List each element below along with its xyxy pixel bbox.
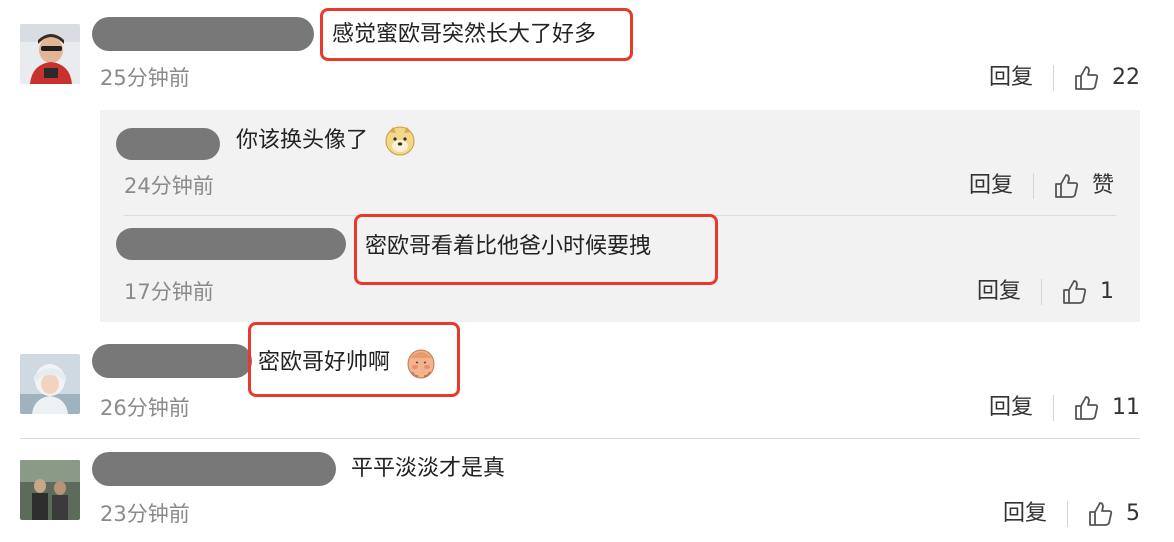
comment-text: 密欧哥好帅啊 [258, 350, 391, 375]
reply-actions: 回复 赞 [969, 170, 1114, 202]
like-button[interactable]: 赞 [1052, 170, 1114, 202]
thumbs-up-icon [1089, 502, 1113, 526]
action-divider [1032, 173, 1034, 199]
redacted-username[interactable] [92, 344, 252, 378]
comment-actions: 回复 5 [1003, 498, 1140, 530]
reply-button[interactable]: 回复 [989, 392, 1033, 424]
action-divider [1053, 395, 1054, 421]
reply-time: 17分钟前 [124, 280, 214, 304]
reply-time: 24分钟前 [124, 174, 214, 198]
redacted-username[interactable] [116, 128, 220, 160]
reply-button[interactable]: 回复 [969, 170, 1013, 202]
like-count: 1 [1100, 279, 1114, 304]
reply-text: 你该换头像了 [236, 128, 369, 153]
like-count: 5 [1126, 501, 1140, 526]
redacted-username[interactable] [116, 228, 346, 260]
action-divider [1041, 279, 1042, 305]
thumbs-up-icon [1063, 280, 1087, 304]
thumbs-up-icon [1075, 66, 1099, 90]
avatar[interactable] [20, 354, 80, 414]
reply-actions: 回复 1 [977, 276, 1114, 308]
like-button[interactable]: 1 [1060, 276, 1114, 308]
reply-button[interactable]: 回复 [1003, 498, 1047, 530]
reply-text: 密欧哥看着比他爸小时候要拽 [365, 234, 652, 259]
comment-time: 26分钟前 [100, 396, 190, 420]
like-button[interactable]: 22 [1072, 62, 1140, 94]
thumbs-up-icon [1075, 396, 1099, 420]
thumbs-up-icon [1055, 174, 1079, 198]
action-divider [1053, 65, 1054, 91]
like-label: 赞 [1091, 173, 1114, 198]
comment-text: 感觉蜜欧哥突然长大了好多 [332, 22, 597, 47]
shy-emoji [404, 346, 438, 380]
redacted-username[interactable] [92, 17, 314, 51]
comment-time: 25分钟前 [100, 66, 190, 90]
reply-button[interactable]: 回复 [989, 62, 1033, 94]
redacted-username[interactable] [92, 452, 336, 486]
like-button[interactable]: 5 [1086, 498, 1140, 530]
comment-time: 23分钟前 [100, 502, 190, 526]
comment-divider [20, 438, 1140, 439]
comment-actions: 回复 11 [989, 392, 1140, 424]
like-button[interactable]: 11 [1072, 392, 1140, 424]
comment-text: 平平淡淡才是真 [351, 456, 506, 481]
action-divider [1067, 501, 1068, 527]
comment-actions: 回复 22 [989, 62, 1140, 94]
avatar[interactable] [20, 460, 80, 520]
reply-button[interactable]: 回复 [977, 276, 1021, 308]
like-count: 11 [1112, 395, 1140, 420]
reply-divider [124, 215, 1116, 216]
avatar[interactable] [20, 24, 80, 84]
doge-emoji [384, 124, 416, 156]
like-count: 22 [1112, 65, 1140, 90]
